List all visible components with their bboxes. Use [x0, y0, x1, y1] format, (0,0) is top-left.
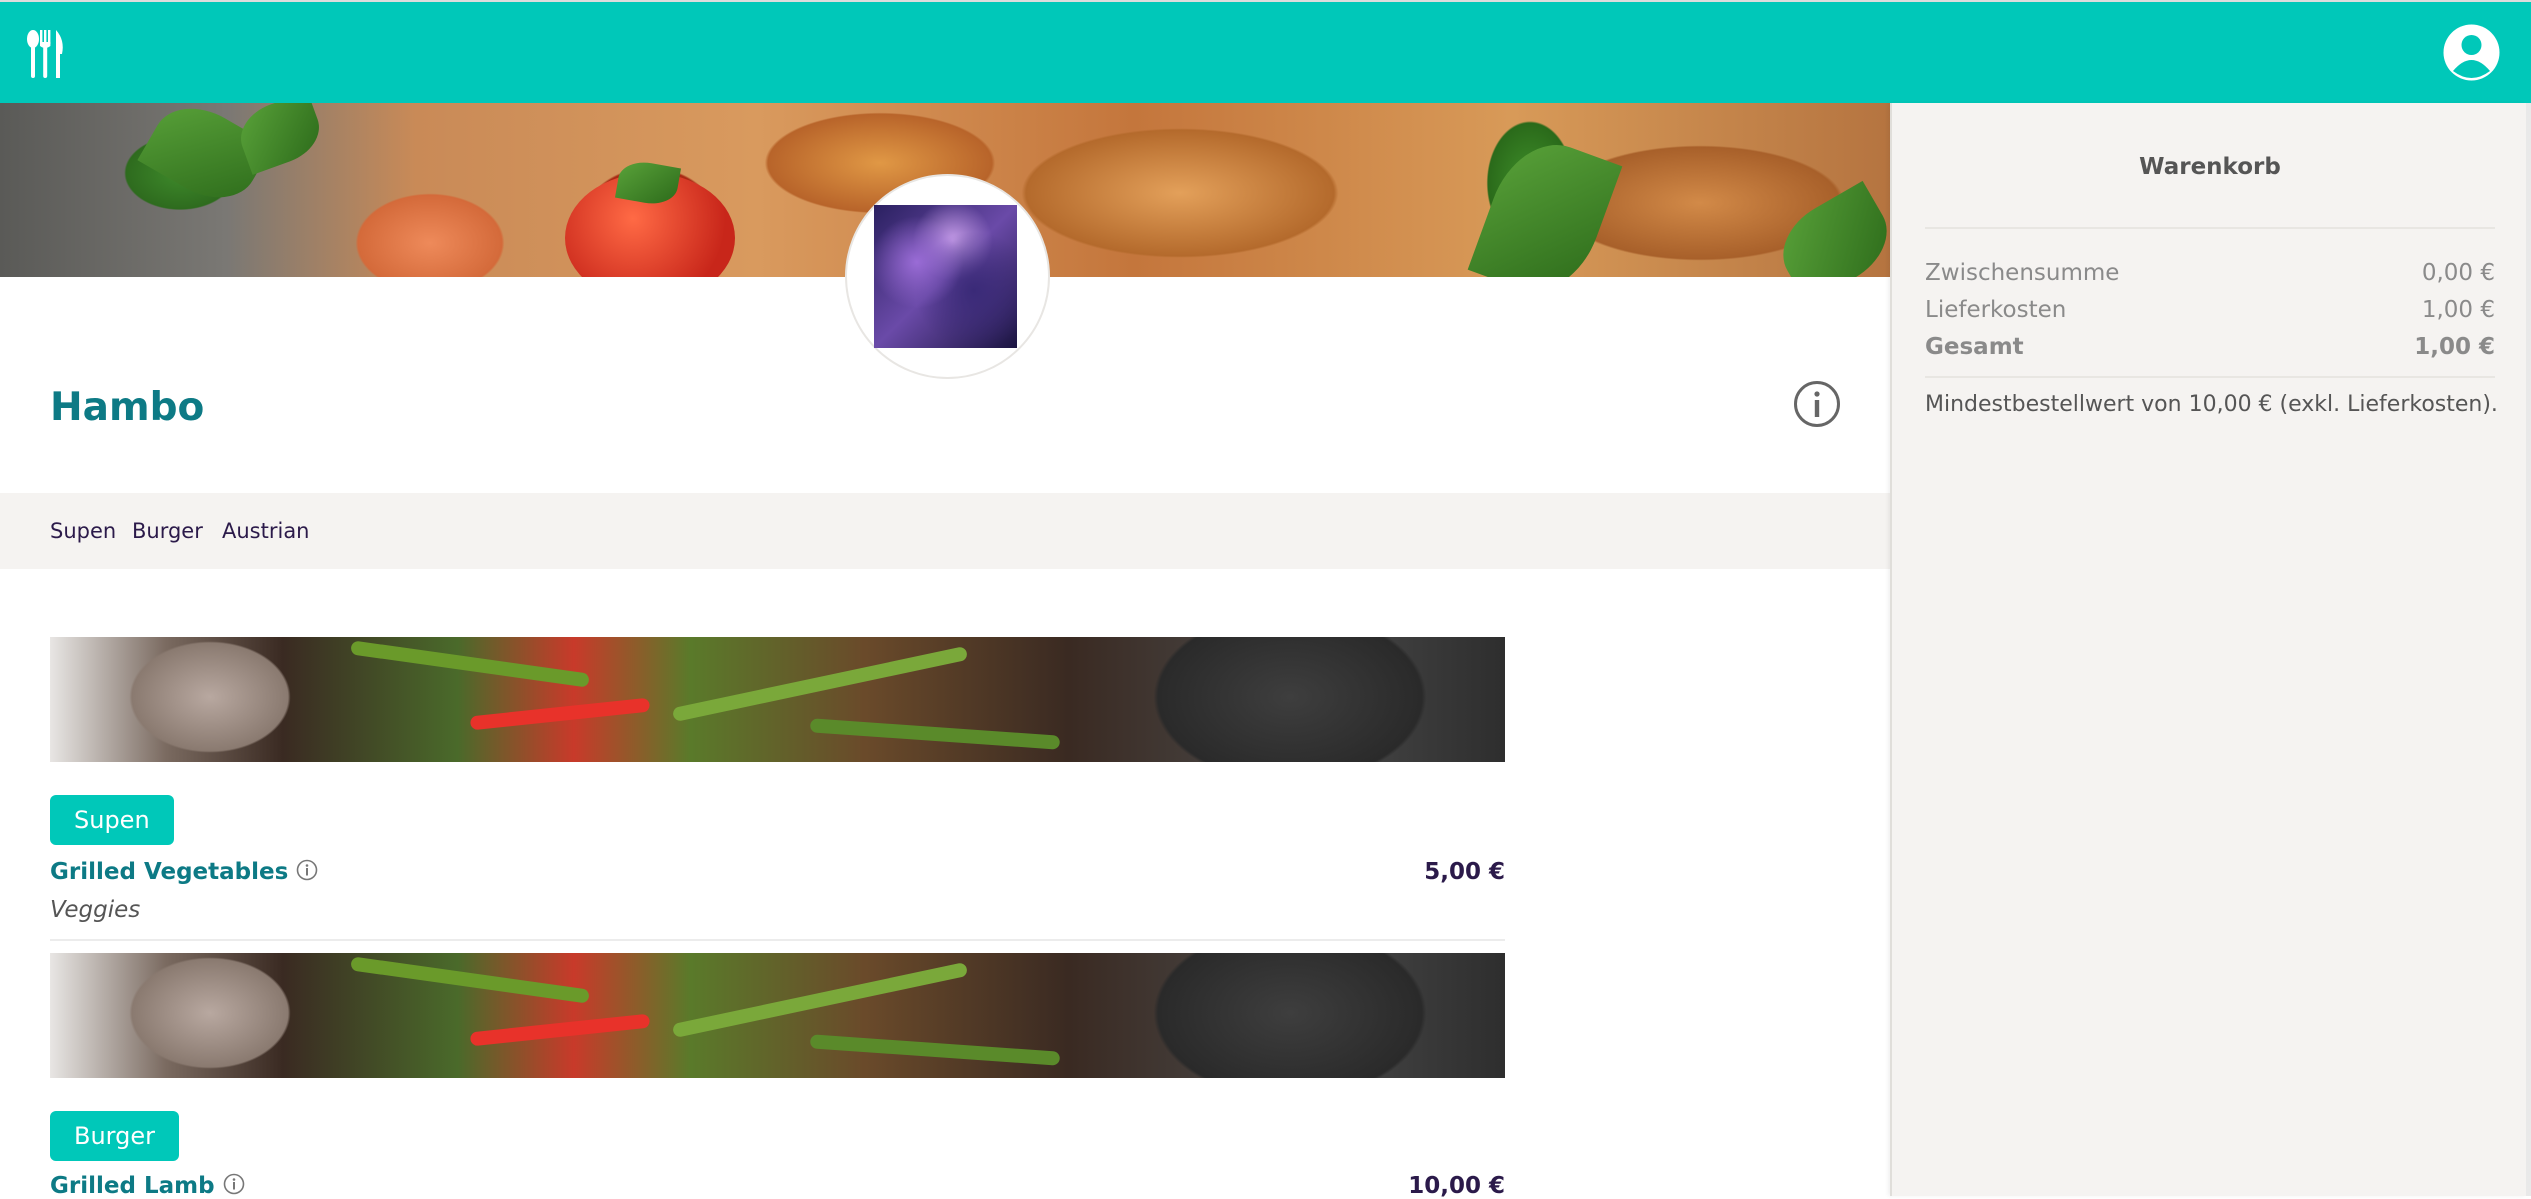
page-scrollbar[interactable] [2526, 103, 2531, 1196]
cart-total-row: Gesamt 1,00 € [1925, 334, 2495, 360]
cart-delivery-row: Lieferkosten 1,00 € [1925, 297, 2495, 323]
cart-subtotal-value: 0,00 € [2421, 260, 2495, 286]
info-icon[interactable] [1793, 380, 1841, 428]
cart-delivery-value: 1,00 € [2421, 297, 2495, 323]
cart-sidebar: Warenkorb Zwischensumme 0,00 € Lieferkos… [1890, 103, 2526, 1196]
menu-item-image [50, 637, 1505, 762]
cart-total-label: Gesamt [1925, 334, 2024, 360]
cart-title: Warenkorb [2139, 154, 2281, 180]
info-icon[interactable] [223, 1173, 245, 1195]
category-link-supen[interactable]: Supen [50, 519, 116, 543]
menu-item-category-badge: Supen [50, 795, 174, 845]
top-bar [0, 0, 2531, 103]
menu-item-name[interactable]: Grilled Lamb [50, 1173, 245, 1199]
cart-divider [1925, 227, 2495, 229]
minimum-order-note: Mindestbestellwert von 10,00 € (exkl. Li… [1925, 392, 2498, 417]
menu-item-name-text: Grilled Vegetables [50, 859, 289, 885]
info-icon[interactable] [296, 859, 318, 881]
menu-item-price: 10,00 € [1408, 1173, 1505, 1199]
cart-delivery-label: Lieferkosten [1925, 297, 2067, 323]
category-link-austrian[interactable]: Austrian [222, 519, 310, 543]
menu-item-name-text: Grilled Lamb [50, 1173, 215, 1199]
menu-item-description: Veggies [50, 897, 141, 923]
restaurant-name: Hambo [50, 385, 205, 430]
cart-subtotal-label: Zwischensumme [1925, 260, 2120, 286]
menu-item-image [50, 953, 1505, 1078]
category-nav: Supen Burger Austrian [0, 493, 1890, 569]
menu-item-price: 5,00 € [1424, 859, 1505, 885]
category-link-burger[interactable]: Burger [132, 519, 203, 543]
user-account-icon[interactable] [2443, 24, 2500, 81]
cutlery-icon[interactable] [26, 30, 66, 78]
menu-item-name[interactable]: Grilled Vegetables [50, 859, 318, 885]
cart-divider [1925, 376, 2495, 378]
menu-item-divider [50, 939, 1505, 941]
restaurant-logo-image [874, 205, 1017, 348]
cart-subtotal-row: Zwischensumme 0,00 € [1925, 260, 2495, 286]
cart-total-value: 1,00 € [2414, 334, 2495, 360]
menu-item-category-badge: Burger [50, 1111, 179, 1161]
